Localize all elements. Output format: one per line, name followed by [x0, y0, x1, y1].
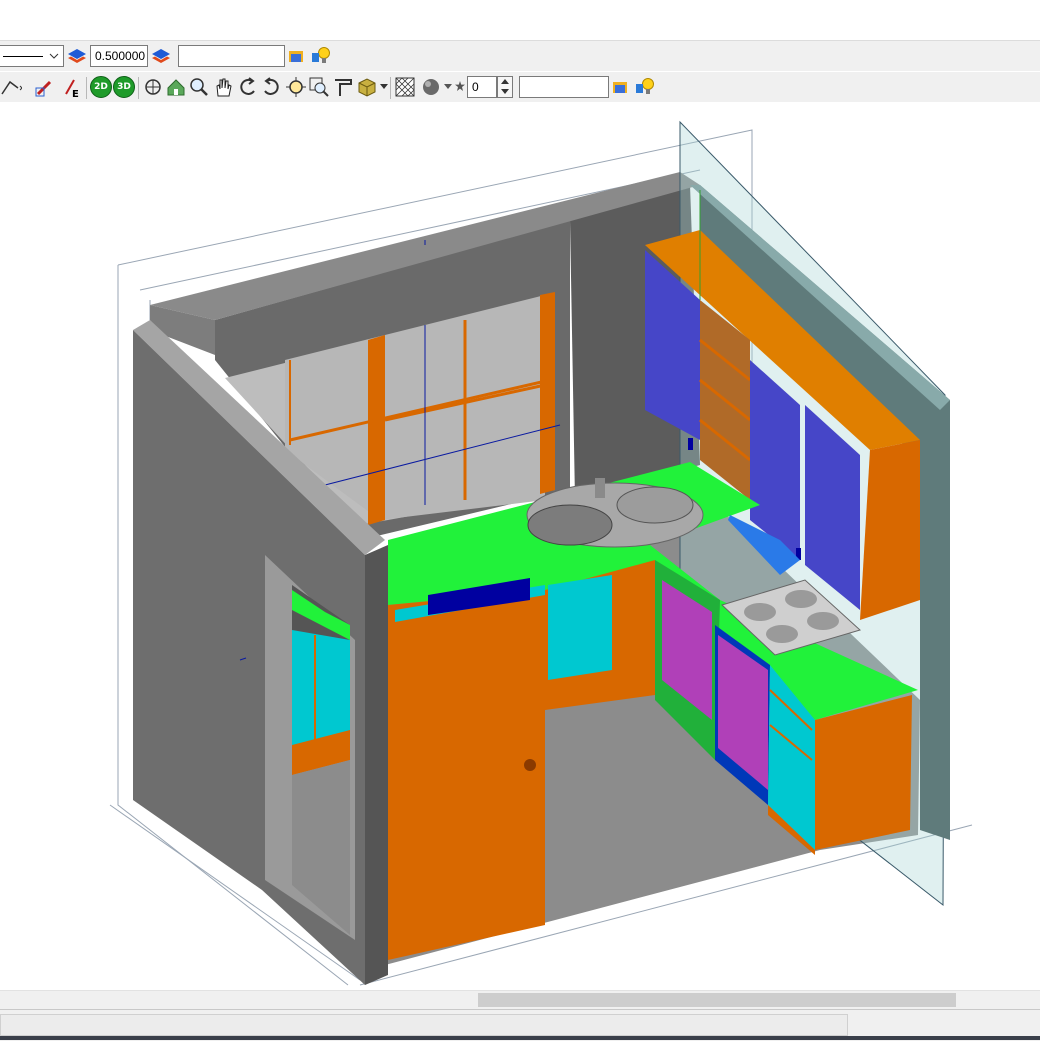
object-name-field[interactable] [519, 76, 609, 98]
layer-manager-icon[interactable] [287, 45, 309, 67]
spinner-up-icon[interactable] [501, 79, 509, 85]
3d-viewport[interactable] [0, 102, 1040, 988]
material-sphere-icon[interactable] [420, 76, 442, 98]
view-2d-button[interactable]: 2D [90, 76, 112, 98]
view-3d-button[interactable]: 3D [113, 76, 135, 98]
chevron-down-icon[interactable] [444, 84, 452, 90]
taskbar-edge [0, 1036, 1040, 1040]
lineweight-field[interactable]: 0.500000 [90, 45, 148, 67]
rotate-right-icon[interactable] [260, 76, 282, 98]
edit-icon[interactable] [34, 76, 56, 98]
light-bulb-icon[interactable] [310, 45, 332, 67]
linetype-preview [3, 56, 43, 57]
layer-name-field[interactable] [178, 45, 285, 67]
walk-icon[interactable] [165, 76, 187, 98]
zoom-previous-icon[interactable] [308, 76, 330, 98]
linetype-select[interactable] [0, 45, 64, 67]
layer-manager-icon[interactable] [611, 76, 633, 98]
zoom-extents-icon[interactable] [285, 76, 307, 98]
rotate-left-icon[interactable] [237, 76, 259, 98]
orbit-icon[interactable] [142, 76, 164, 98]
chevron-down-icon[interactable] [380, 84, 388, 90]
status-pane [0, 1014, 848, 1036]
render-box-icon[interactable] [356, 76, 378, 98]
spinner-value-field[interactable]: 0 [467, 76, 497, 98]
spinner-down-icon[interactable] [501, 89, 509, 95]
separator [86, 77, 87, 99]
horizontal-scrollbar[interactable] [0, 990, 1040, 1009]
light-bulb-icon[interactable] [634, 76, 656, 98]
scrollbar-thumb[interactable] [478, 993, 956, 1007]
view-toolbar: E 2D 3D 0 [0, 71, 1040, 104]
svg-text:E: E [72, 89, 79, 98]
zoom-window-icon[interactable] [188, 76, 210, 98]
kitchen-3d-model[interactable] [0, 102, 1040, 988]
separator [138, 77, 139, 99]
wall-end [365, 545, 388, 985]
spinner-buttons[interactable] [497, 76, 513, 98]
hatch-icon[interactable] [394, 76, 416, 98]
separator [390, 77, 391, 99]
title-bar-area [0, 0, 1040, 40]
chevron-down-icon [49, 53, 59, 59]
section-e-icon[interactable]: E [60, 76, 82, 98]
layer-stack-icon[interactable] [150, 45, 172, 67]
layer-stack-icon[interactable] [66, 45, 88, 67]
star-icon [455, 81, 465, 91]
cabinet-glimpse [292, 630, 350, 745]
draw-arc-icon[interactable] [0, 76, 22, 98]
properties-toolbar: 0.500000 [0, 40, 1040, 72]
pan-hand-icon[interactable] [212, 76, 234, 98]
measure-icon[interactable] [332, 76, 354, 98]
